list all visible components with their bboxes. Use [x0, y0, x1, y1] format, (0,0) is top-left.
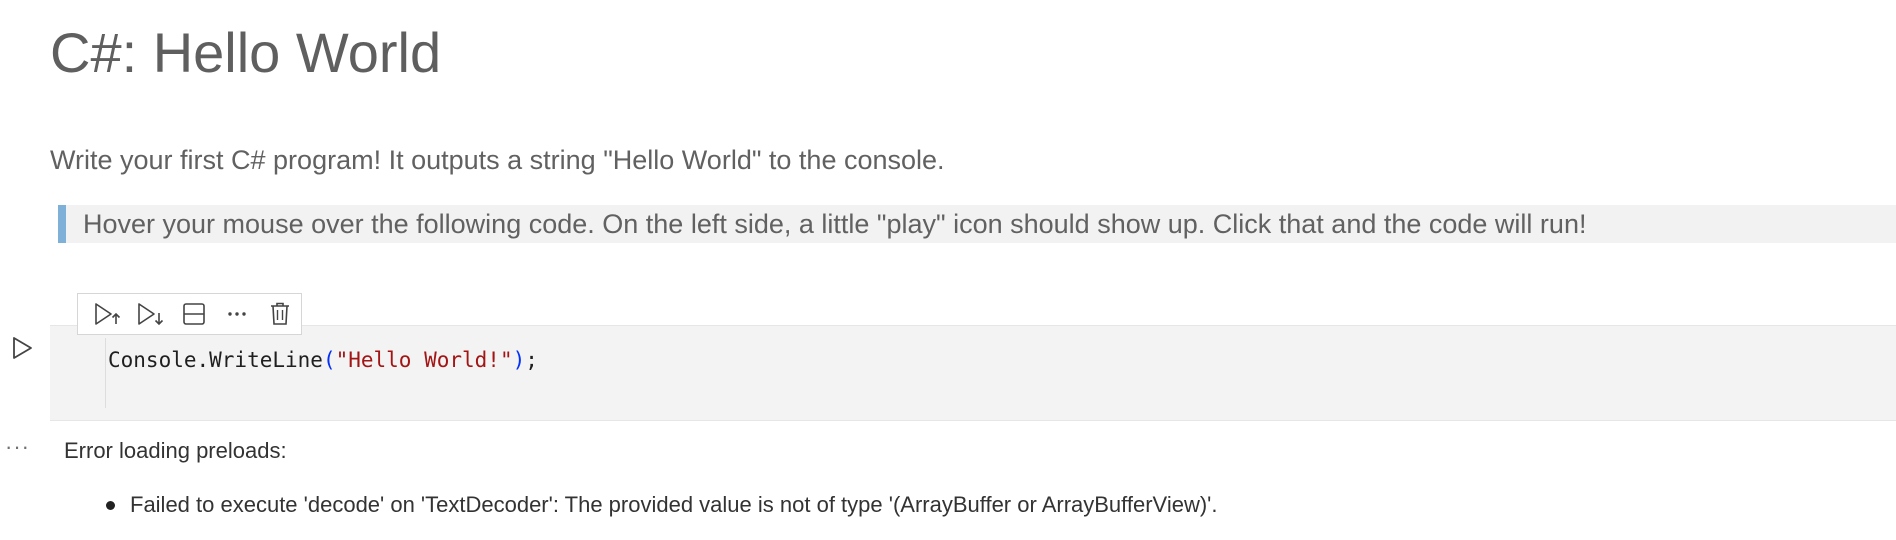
bullet-icon [106, 501, 115, 510]
execute-above-icon [94, 303, 120, 325]
more-actions-icon [227, 312, 246, 316]
split-cell-button[interactable] [172, 294, 215, 334]
more-actions-button[interactable] [215, 294, 258, 334]
code-paren-close: ) [512, 348, 526, 372]
delete-icon [270, 302, 289, 325]
output-error-heading: Error loading preloads: [64, 438, 287, 463]
split-cell-icon [182, 303, 205, 325]
code-cell-editor[interactable]: Console.WriteLine("Hello World!"); [50, 325, 1896, 421]
error-list: Failed to execute 'decode' on 'TextDecod… [106, 492, 1218, 518]
play-icon[interactable] [8, 334, 36, 362]
error-message: Failed to execute 'decode' on 'TextDecod… [130, 492, 1218, 517]
code-semicolon: ; [525, 348, 538, 372]
delete-cell-button[interactable] [258, 294, 301, 334]
code-paren-open: ( [322, 348, 336, 372]
instruction-blockquote: Hover your mouse over the following code… [58, 205, 1896, 243]
execute-below-icon [137, 303, 163, 326]
page-title: C#: Hello World [50, 21, 442, 84]
output-ellipsis-icon[interactable]: ··· [5, 434, 30, 460]
indent-guide [105, 338, 106, 408]
code-identifier: Console.WriteLine [108, 348, 323, 372]
error-list-item: Failed to execute 'decode' on 'TextDecod… [106, 492, 1218, 518]
code-line[interactable]: Console.WriteLine("Hello World!"); [108, 348, 538, 372]
cell-toolbar [77, 293, 302, 335]
execute-below-button[interactable] [129, 294, 172, 334]
execute-above-button[interactable] [86, 294, 129, 334]
code-string-literal: "Hello World!" [335, 348, 513, 372]
intro-paragraph: Write your first C# program! It outputs … [50, 145, 945, 175]
